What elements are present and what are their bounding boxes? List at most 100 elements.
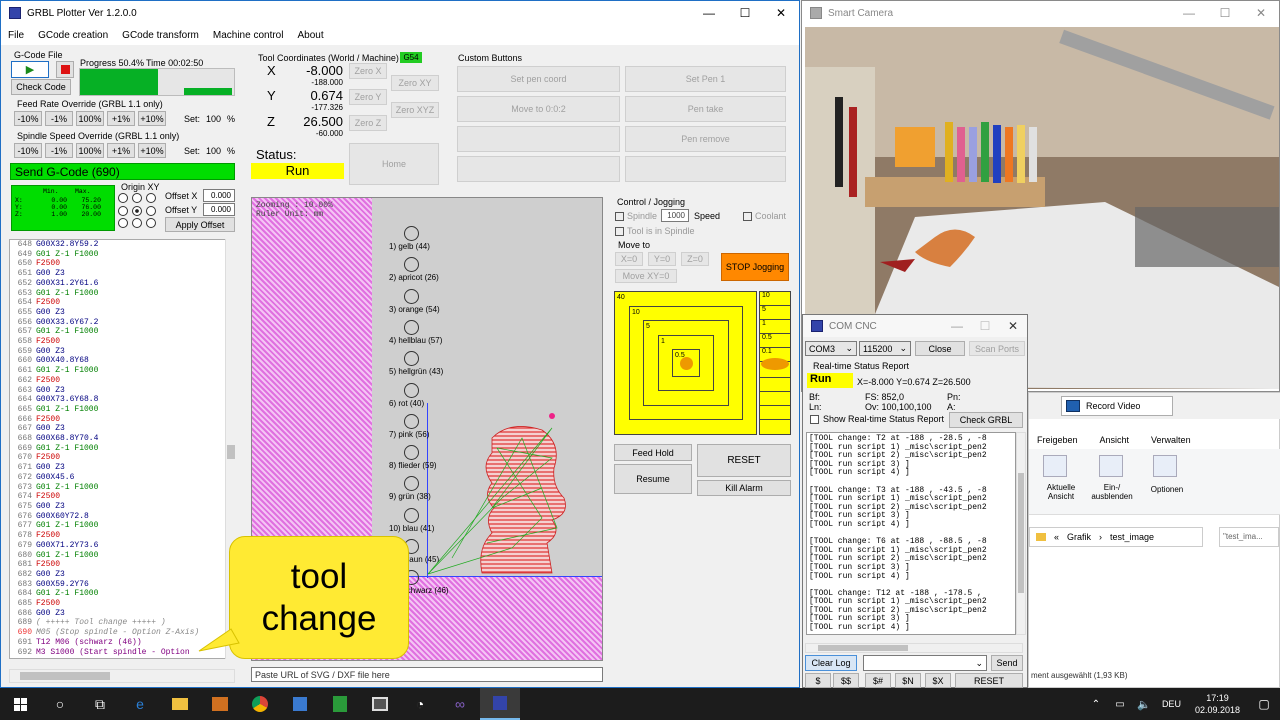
language-indicator[interactable]: DEU [1156,699,1187,709]
z-step-05[interactable]: 0.5 [760,334,790,348]
code-line[interactable]: 668 G00X68.8Y70.4 [10,434,230,444]
search-box[interactable]: "test_ima... [1219,527,1279,547]
com-maximize-icon[interactable]: ☐ [971,315,999,337]
stop-jogging-button[interactable]: STOP Jogging [721,253,789,281]
command-input[interactable]: ⌄ [863,655,987,671]
show-realtime-checkbox[interactable] [810,414,819,424]
notifications-icon[interactable]: ▢ [1248,688,1280,720]
chrome-icon[interactable] [240,688,280,720]
address-bar[interactable]: « Grafik › test_image [1029,527,1203,547]
com-minimize-icon[interactable]: — [943,315,971,337]
spindle-minus10-button[interactable]: -10% [14,143,42,158]
move-y0-button[interactable]: Y=0 [648,252,676,266]
move-xy0-button[interactable]: Move XY=0 [615,269,677,283]
menu-about[interactable]: About [290,30,330,41]
baud-rate-select[interactable]: 115200 ⌄ [859,341,911,356]
code-line[interactable]: 666 F2500 [10,415,230,425]
code-line[interactable]: 686 G00 Z3 [10,609,230,619]
com-close-icon[interactable]: ✕ [999,315,1027,337]
code-line[interactable]: 665 G01 Z-1 F1000 [10,405,230,415]
coolant-checkbox[interactable] [743,211,752,221]
stop-button[interactable] [56,61,74,78]
code-line[interactable]: 659 G00 Z3 [10,347,230,357]
volume-icon[interactable]: 🔈 [1132,688,1156,720]
feed-100-button[interactable]: 100% [76,111,104,126]
code-line[interactable]: 671 G00 Z3 [10,463,230,473]
minimize-icon[interactable]: — [691,1,727,25]
maximize-icon[interactable]: ☐ [727,1,763,25]
code-line[interactable]: 648 G00X32.8Y59.2 [10,240,230,250]
spindle-checkbox[interactable] [615,211,624,221]
tab-freigeben[interactable]: Freigeben [1037,435,1078,445]
menu-file[interactable]: File [1,30,31,41]
zero-xyz-button[interactable]: Zero XYZ [391,102,439,118]
tool-in-spindle-checkbox[interactable] [615,226,624,236]
com-port-select[interactable]: COM3 ⌄ [805,341,857,356]
code-line[interactable]: 680 G01 Z-1 F1000 [10,551,230,561]
menu-machine-control[interactable]: Machine control [206,30,291,41]
cmd-dollar-button[interactable]: $ [805,673,831,688]
edge-browser-icon[interactable]: e [120,688,160,720]
code-line[interactable]: 656 G00X33.6Y67.2 [10,318,230,328]
check-grbl-button[interactable]: Check GRBL [949,412,1023,428]
clock[interactable]: 17:19 02.09.2018 [1187,692,1248,716]
clear-log-button[interactable]: Clear Log [805,655,857,671]
origin-radio[interactable] [132,218,142,229]
zero-z-button[interactable]: Zero Z [349,115,387,131]
home-button[interactable]: Home [349,143,439,185]
code-line[interactable]: 675 G00 Z3 [10,502,230,512]
code-line[interactable]: 654 F2500 [10,298,230,308]
z-step-1[interactable]: 1 [760,320,790,334]
jog-pad-z[interactable]: 10 5 1 0.5 0.1 [759,291,791,435]
code-line[interactable]: 685 F2500 [10,599,230,609]
origin-radio[interactable] [146,193,156,203]
resume-button[interactable]: Resume [614,464,692,494]
feed-plus1-button[interactable]: +1% [107,111,135,126]
move-x0-button[interactable]: X=0 [615,252,643,266]
send-command-button[interactable]: Send [991,655,1023,671]
camera-maximize-icon[interactable]: ☐ [1207,1,1243,25]
offset-y-input[interactable]: 0.000 [203,203,235,216]
code-line[interactable]: 674 F2500 [10,492,230,502]
editor-hscrollbar[interactable] [9,669,235,683]
z-step-5[interactable]: 5 [760,306,790,320]
ribbon-options[interactable]: Optionen [1145,485,1189,494]
camera-close-icon[interactable]: ✕ [1243,1,1279,25]
spindle-set-value[interactable]: 100 [206,146,221,156]
gcode-editor[interactable]: 648 G00X32.8Y59.2 649 G01 Z-1 F1000 650 F2500… [9,239,231,659]
zero-y-button[interactable]: Zero Y [349,89,387,105]
code-line[interactable]: 678 F2500 [10,531,230,541]
code-line[interactable]: 673 G01 Z-1 F1000 [10,483,230,493]
cmd-unlock-button[interactable]: $X [925,673,951,688]
code-line[interactable]: 655 G00 Z3 [10,308,230,318]
custom-button-3[interactable]: Move to 0:0:2 [457,96,620,122]
z-step-10[interactable]: 10 [760,292,790,306]
origin-radio[interactable] [118,193,128,203]
camera-app-taskbar-icon[interactable] [360,688,400,720]
feed-hold-button[interactable]: Feed Hold [614,444,692,461]
custom-button-1[interactable]: Set pen coord [457,66,620,92]
code-line[interactable]: 670 F2500 [10,453,230,463]
origin-radio[interactable] [146,205,156,216]
notepad-icon[interactable] [320,688,360,720]
console-vscrollbar[interactable] [1016,432,1026,635]
custom-button-8[interactable] [625,156,786,182]
offset-x-input[interactable]: 0.000 [203,189,235,202]
spindle-100-button[interactable]: 100% [76,143,104,158]
media-player-icon[interactable] [200,688,240,720]
custom-button-2[interactable]: Set Pen 1 [625,66,786,92]
visual-studio-icon[interactable]: ∞ [440,688,480,720]
cmd-startup-button[interactable]: $N [895,673,921,688]
console-hscrollbar[interactable] [805,643,1023,653]
origin-radio[interactable] [146,218,156,229]
breadcrumb-grafik[interactable]: Grafik [1067,532,1091,542]
feed-minus10-button[interactable]: -10% [14,111,42,126]
cmd-settings-button[interactable]: $$ [833,673,859,688]
com-log[interactable]: [TOOL change: T2 at -188 , -28.5 , -8 [TO… [806,432,1016,635]
menu-gcode-transform[interactable]: GCode transform [115,30,206,41]
code-line[interactable]: 658 F2500 [10,337,230,347]
custom-button-7[interactable] [457,156,620,182]
code-line[interactable]: 677 G01 Z-1 F1000 [10,521,230,531]
ribbon-show-hide[interactable]: Ein-/ ausblenden [1089,483,1135,501]
code-line[interactable]: 684 G01 Z-1 F1000 [10,589,230,599]
